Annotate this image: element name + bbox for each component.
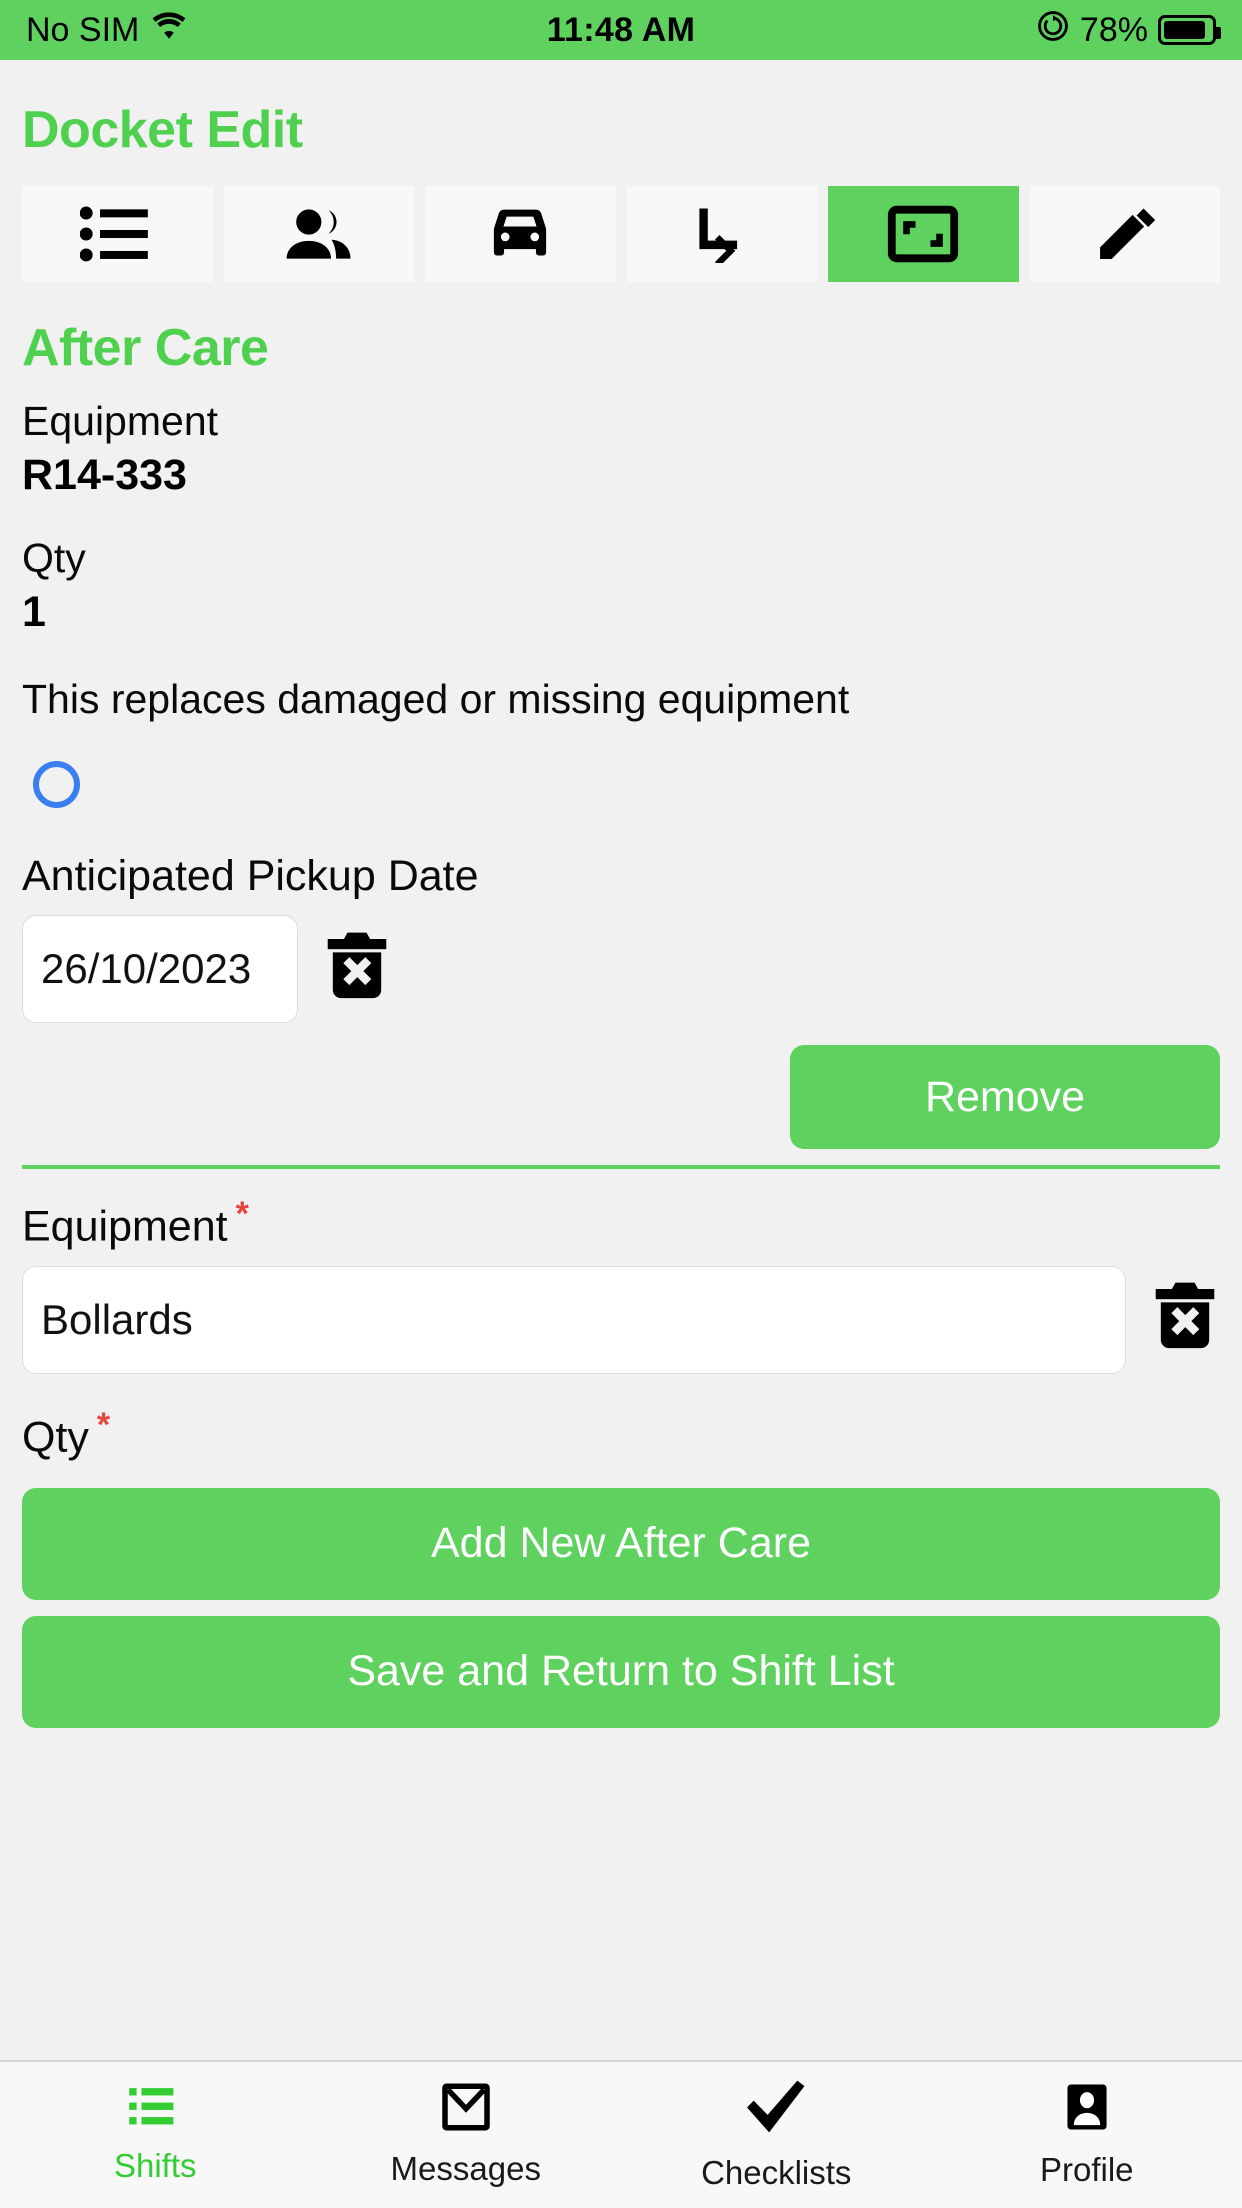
new-equipment-label: Equipment * xyxy=(22,1195,1220,1251)
nav-item-shifts[interactable]: Shifts xyxy=(0,2062,311,2208)
envelope-icon xyxy=(441,2083,491,2136)
list-bullet-icon xyxy=(80,205,154,263)
contact-card-icon xyxy=(1065,2082,1109,2137)
page-title: Docket Edit xyxy=(22,101,303,159)
new-qty-label-text: Qty xyxy=(22,1412,89,1461)
expand-frame-icon xyxy=(887,205,959,263)
nav-item-profile[interactable]: Profile xyxy=(932,2062,1242,2208)
tab-tasks[interactable] xyxy=(626,186,817,282)
trash-delete-icon[interactable] xyxy=(322,928,392,1011)
tab-after-care[interactable] xyxy=(828,186,1019,282)
status-bar-left: No SIM xyxy=(26,11,419,50)
tab-crew[interactable] xyxy=(223,186,414,282)
pickup-date-input[interactable]: 26/10/2023 xyxy=(22,915,298,1024)
pencil-icon xyxy=(1092,205,1158,263)
new-equipment-input[interactable]: Bollards xyxy=(22,1265,1126,1374)
battery-percent-label: 78% xyxy=(1079,10,1148,49)
docket-tab-strip xyxy=(22,186,1220,282)
rotation-lock-icon xyxy=(1036,9,1070,52)
qty-label: Qty xyxy=(22,535,86,581)
save-return-button[interactable]: Save and Return to Shift List xyxy=(22,1615,1220,1728)
section-divider xyxy=(22,1165,1220,1170)
subdirectory-arrow-right-icon xyxy=(688,205,756,263)
new-equipment-label-text: Equipment xyxy=(22,1202,228,1251)
car-icon xyxy=(484,205,556,263)
replacement-note-label: This replaces damaged or missing equipme… xyxy=(22,676,850,722)
equipment-label: Equipment xyxy=(22,398,219,444)
nav-item-messages[interactable]: Messages xyxy=(311,2062,622,2208)
nav-label-profile: Profile xyxy=(1039,2150,1134,2188)
battery-icon xyxy=(1157,15,1221,45)
required-asterisk: * xyxy=(235,1195,249,1234)
new-equipment-row: Bollards xyxy=(22,1265,1220,1374)
nav-label-messages: Messages xyxy=(390,2149,541,2187)
required-asterisk: * xyxy=(96,1405,111,1444)
replacement-radio[interactable] xyxy=(33,761,80,809)
carrier-label: No SIM xyxy=(26,10,140,49)
tab-vehicle[interactable] xyxy=(425,186,616,282)
main-content: Docket Edit After Care Equipment R14-333… xyxy=(0,60,1242,2060)
check-icon xyxy=(743,2079,809,2140)
pickup-date-row: 26/10/2023 xyxy=(22,915,1220,1024)
equipment-value: R14-333 xyxy=(22,451,187,500)
status-bar: No SIM 11:48 AM 78% xyxy=(0,0,1242,60)
nav-label-shifts: Shifts xyxy=(113,2146,197,2184)
new-qty-label: Qty * xyxy=(22,1406,1220,1462)
tab-notes[interactable] xyxy=(1029,186,1220,282)
add-new-after-care-button[interactable]: Add New After Care xyxy=(22,1487,1220,1600)
list-icon xyxy=(128,2086,182,2133)
bottom-navigation: Shifts Messages Checklists Profile xyxy=(0,2060,1242,2208)
pickup-date-label: Anticipated Pickup Date xyxy=(22,852,479,901)
tab-list[interactable] xyxy=(22,186,213,282)
qty-value: 1 xyxy=(22,588,46,637)
remove-button[interactable]: Remove xyxy=(790,1045,1220,1150)
nav-item-checklists[interactable]: Checklists xyxy=(621,2062,932,2208)
nav-label-checklists: Checklists xyxy=(701,2153,852,2191)
wifi-icon xyxy=(151,11,187,50)
people-icon xyxy=(283,205,355,263)
status-bar-right: 78% xyxy=(823,9,1221,52)
status-bar-time: 11:48 AM xyxy=(546,10,696,49)
trash-delete-icon[interactable] xyxy=(1150,1278,1220,1361)
app-root: No SIM 11:48 AM 78% Docket Edit After Ca… xyxy=(0,0,1242,2208)
remove-button-row: Remove xyxy=(22,1045,1220,1150)
section-title: After Care xyxy=(22,319,269,377)
